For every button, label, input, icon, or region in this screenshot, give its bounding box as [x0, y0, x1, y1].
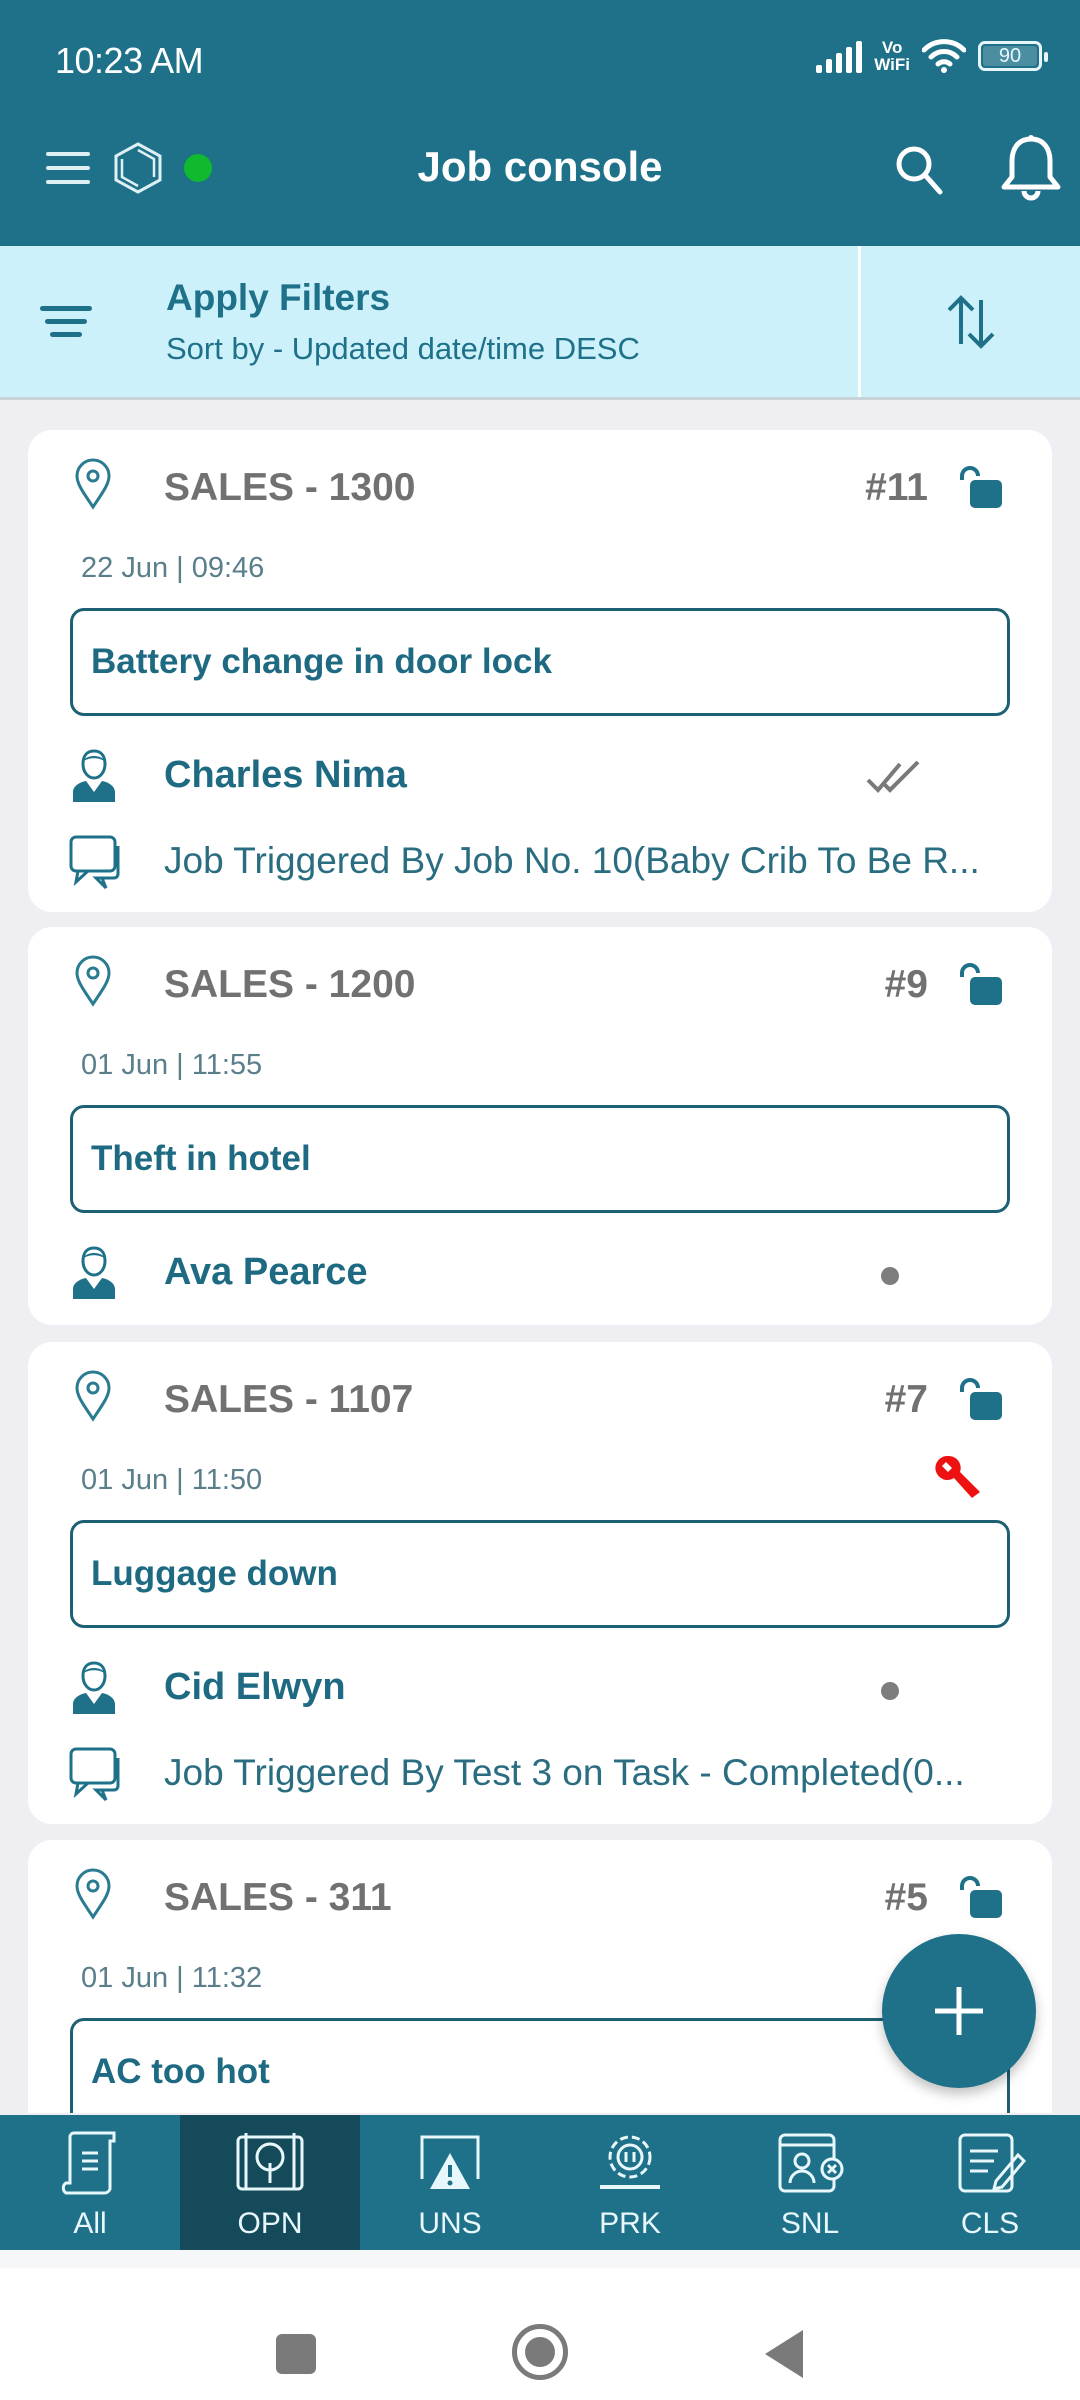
signal-icon — [816, 39, 863, 73]
back-button[interactable] — [765, 2330, 803, 2378]
person-icon — [73, 749, 115, 802]
job-title: Theft in hotel — [70, 1105, 1010, 1213]
apply-filters-button[interactable]: Apply Filters Sort by - Updated date/tim… — [0, 246, 858, 397]
tab-label: UNS — [418, 2207, 482, 2240]
assignee-name: Charles Nima — [164, 754, 407, 796]
unlock-icon[interactable] — [958, 466, 1006, 510]
tab-label: PRK — [599, 2207, 661, 2240]
job-location: SALES - 311 — [164, 1876, 392, 1919]
app-header: 10:23 AM Vo WiFi 90 Job console — [0, 0, 1080, 246]
vowifi-top: Vo — [881, 38, 903, 57]
person-icon — [73, 1246, 115, 1299]
checklist-edit-icon — [958, 2133, 1027, 2193]
status-dot-icon — [881, 1267, 899, 1285]
tab-all[interactable]: All — [0, 2115, 180, 2250]
status-icons: Vo WiFi 90 — [816, 38, 1048, 74]
job-list: SALES - 1300 #11 22 Jun | 09:46 Battery … — [0, 400, 1080, 2113]
bottom-tab-bar: All OPN UNS PRK SNL CLS — [0, 2115, 1080, 2250]
gear-pause-icon — [600, 2135, 660, 2189]
recent-apps-button[interactable] — [276, 2334, 316, 2374]
job-datetime: 01 Jun | 11:50 — [81, 1464, 263, 1496]
location-pin-icon — [75, 458, 111, 510]
job-card[interactable]: SALES - 1200 #9 01 Jun | 11:55 Theft in … — [28, 927, 1052, 1325]
job-comment: Job Triggered By Job No. 10(Baby Crib To… — [164, 840, 980, 881]
warning-icon — [420, 2135, 480, 2189]
filter-icon — [40, 306, 96, 337]
double-check-icon — [866, 760, 920, 793]
filter-bar: Apply Filters Sort by - Updated date/tim… — [0, 246, 1080, 400]
person-icon — [73, 1661, 115, 1714]
location-pin-icon — [75, 1370, 111, 1422]
location-pin-icon — [75, 1868, 111, 1920]
job-number: #7 — [884, 1378, 928, 1421]
job-location: SALES - 1300 — [164, 466, 416, 509]
bell-icon[interactable] — [996, 133, 1066, 205]
job-datetime: 22 Jun | 09:46 — [81, 552, 265, 584]
sort-icon — [947, 294, 994, 349]
scroll-list-icon — [61, 2131, 116, 2195]
user-cancel-icon — [778, 2133, 844, 2193]
assignee-name: Ava Pearce — [164, 1251, 368, 1293]
job-datetime: 01 Jun | 11:32 — [81, 1962, 263, 1994]
tab-label: CLS — [960, 2207, 1020, 2240]
vowifi-icon: Vo WiFi — [874, 39, 910, 73]
tab-prk[interactable]: PRK — [540, 2115, 720, 2250]
job-number: #5 — [884, 1876, 928, 1919]
tab-snl[interactable]: SNL — [720, 2115, 900, 2250]
home-button[interactable] — [512, 2324, 568, 2380]
status-time: 10:23 AM — [55, 40, 204, 81]
wrench-icon — [935, 1455, 980, 1498]
status-dot-icon — [881, 1682, 899, 1700]
unlock-icon[interactable] — [958, 963, 1006, 1007]
tab-label: SNL — [780, 2207, 840, 2240]
tab-uns[interactable]: UNS — [360, 2115, 540, 2250]
job-location: SALES - 1107 — [164, 1378, 414, 1421]
job-title: AC too hot — [70, 2018, 1010, 2113]
tab-label: OPN — [237, 2207, 303, 2240]
system-navigation-bar — [0, 2250, 1080, 2400]
comment-icon — [69, 1747, 120, 1802]
sort-button[interactable] — [861, 246, 1080, 397]
job-card[interactable]: SALES - 1300 #11 22 Jun | 09:46 Battery … — [28, 430, 1052, 912]
sort-description: Sort by - Updated date/time DESC — [166, 330, 640, 366]
tab-cls[interactable]: CLS — [900, 2115, 1080, 2250]
battery-icon: 90 — [978, 41, 1048, 71]
assignee-name: Cid Elwyn — [164, 1666, 346, 1708]
job-card[interactable]: SALES - 1107 #7 01 Jun | 11:50 Luggage d… — [28, 1342, 1052, 1824]
blueprint-icon — [236, 2133, 304, 2191]
comment-icon — [69, 835, 120, 890]
battery-level: 90 — [983, 45, 1037, 67]
filter-title: Apply Filters — [166, 276, 391, 318]
job-title: Luggage down — [70, 1520, 1010, 1628]
tab-opn[interactable]: OPN — [180, 2115, 360, 2250]
location-pin-icon — [75, 955, 111, 1007]
tab-label: All — [73, 2207, 107, 2240]
job-location: SALES - 1200 — [164, 963, 416, 1006]
job-comment: Job Triggered By Test 3 on Task - Comple… — [164, 1752, 965, 1793]
job-number: #11 — [865, 466, 928, 509]
search-icon[interactable] — [892, 142, 946, 196]
unlock-icon[interactable] — [958, 1378, 1006, 1422]
plus-icon — [935, 1987, 983, 2035]
vowifi-bottom: WiFi — [874, 55, 910, 74]
job-number: #9 — [884, 963, 928, 1006]
job-title: Battery change in door lock — [70, 608, 1010, 716]
job-datetime: 01 Jun | 11:55 — [81, 1049, 263, 1081]
unlock-icon[interactable] — [958, 1876, 1006, 1920]
wifi-icon — [922, 39, 966, 73]
add-job-button[interactable] — [882, 1934, 1036, 2088]
